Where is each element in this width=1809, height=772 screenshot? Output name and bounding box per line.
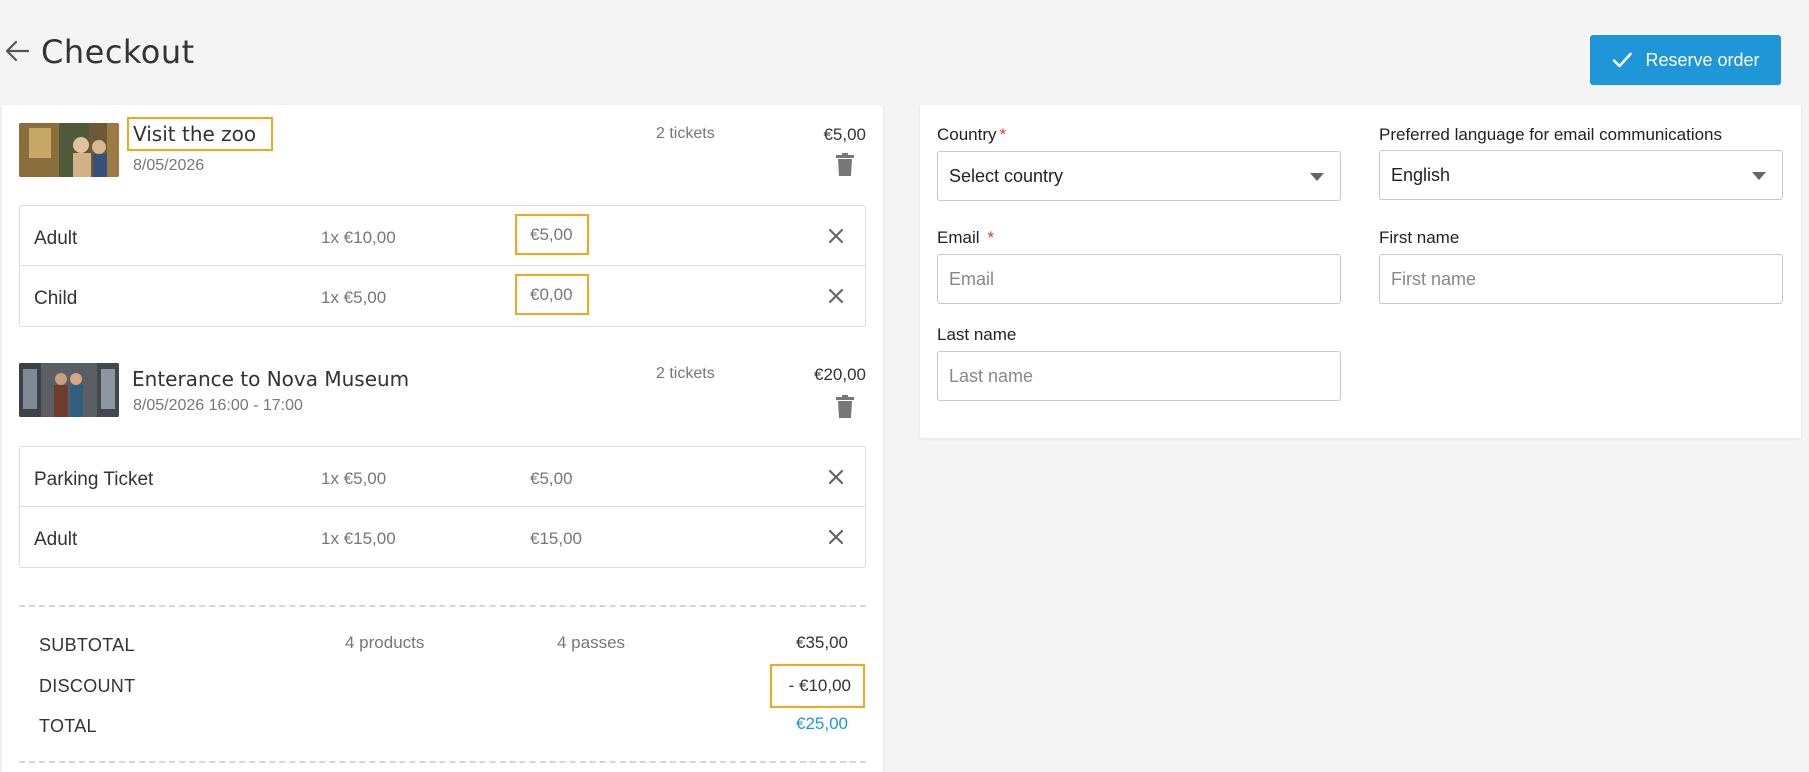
first-name-field[interactable]: First name [1379, 254, 1783, 304]
product-date: 8/05/2026 16:00 - 17:00 [133, 397, 303, 414]
remove-icon[interactable] [826, 467, 846, 487]
email-field[interactable]: Email [937, 254, 1341, 304]
line-item-name: Adult [34, 529, 78, 550]
product-ticket-count: 2 tickets [656, 365, 715, 382]
line-item: Adult 1x €10,00 €5,00 [20, 206, 865, 266]
required-marker: * [999, 125, 1007, 144]
product-item: Visit the zoo 8/05/2026 2 tickets €5,00 [2, 105, 883, 185]
subtotal-value: €35,00 [796, 633, 848, 652]
line-item-name: Adult [34, 228, 78, 249]
email-label-text: Email [937, 228, 980, 247]
page-header: Checkout Reserve order [0, 0, 1809, 100]
line-item-total: €15,00 [530, 529, 582, 548]
language-select-value: English [1391, 164, 1451, 185]
page-title: Checkout [41, 33, 195, 71]
email-label: Email * [937, 228, 994, 248]
remove-icon[interactable] [826, 226, 846, 246]
passes-count: 4 passes [557, 633, 626, 652]
product-date: 8/05/2026 [133, 157, 205, 174]
discount-label: DISCOUNT [39, 676, 136, 696]
products-count: 4 products [345, 633, 425, 652]
required-marker: * [987, 228, 995, 247]
country-label-text: Country [937, 125, 997, 144]
subtotal-row: SUBTOTAL 4 products 4 passes €35,00 [19, 631, 866, 661]
language-label: Preferred language for email communicati… [1379, 125, 1723, 144]
line-item-total: €0,00 [515, 274, 589, 315]
remove-icon[interactable] [826, 286, 846, 306]
customer-form: Country * Select country Preferred langua… [920, 105, 1801, 438]
chevron-down-icon [1310, 173, 1324, 181]
product-lines: Adult 1x €10,00 €5,00 Child 1x €5,00 €0,… [19, 205, 866, 327]
line-item-name: Child [34, 288, 78, 309]
divider [19, 761, 866, 763]
product-lines: Parking Ticket 1x €5,00 €5,00 Adult 1x €… [19, 446, 866, 568]
last-name-field[interactable]: Last name [937, 351, 1341, 401]
trash-icon[interactable] [835, 153, 855, 177]
product-price: €5,00 [823, 125, 866, 144]
country-select-value: Select country [949, 165, 1064, 186]
line-item: Parking Ticket 1x €5,00 €5,00 [20, 447, 865, 507]
line-item-unit-price: 1x €5,00 [321, 288, 387, 307]
language-select[interactable]: English [1379, 150, 1783, 200]
cart-panel: Visit the zoo 8/05/2026 2 tickets €5,00 … [2, 105, 883, 772]
discount-value: - €10,00 [770, 664, 865, 708]
line-item-total: €5,00 [530, 469, 573, 488]
line-item-total: €5,00 [515, 214, 589, 255]
line-item-unit-price: 1x €5,00 [321, 469, 387, 488]
line-item-name: Parking Ticket [34, 469, 154, 490]
reserve-order-button[interactable]: Reserve order [1590, 35, 1781, 85]
country-select[interactable]: Select country [937, 151, 1341, 201]
total-label: TOTAL [39, 716, 97, 736]
total-value: €25,00 [796, 714, 848, 733]
last-name-label: Last name [937, 325, 1017, 344]
first-name-label: First name [1379, 228, 1460, 247]
total-row: TOTAL €25,00 [19, 712, 866, 742]
product-item: Enterance to Nova Museum 8/05/2026 16:00… [2, 345, 883, 425]
remove-icon[interactable] [826, 527, 846, 547]
country-label: Country * [937, 125, 1006, 145]
product-price: €20,00 [814, 365, 866, 384]
trash-icon[interactable] [835, 395, 855, 419]
divider [19, 605, 866, 607]
product-thumbnail [19, 123, 119, 177]
line-item-unit-price: 1x €10,00 [321, 228, 396, 247]
product-name: Visit the zoo [126, 117, 274, 151]
check-icon [1613, 52, 1633, 68]
reserve-order-label: Reserve order [1645, 49, 1760, 70]
chevron-down-icon [1752, 172, 1766, 180]
subtotal-label: SUBTOTAL [39, 635, 135, 655]
line-item: Adult 1x €15,00 €15,00 [20, 507, 865, 567]
line-item: Child 1x €5,00 €0,00 [20, 266, 865, 326]
back-arrow-icon[interactable] [4, 38, 30, 64]
line-item-unit-price: 1x €15,00 [321, 529, 396, 548]
product-name: Enterance to Nova Museum [132, 367, 410, 391]
product-thumbnail [19, 363, 119, 417]
discount-row: DISCOUNT - €10,00 [19, 664, 866, 708]
product-ticket-count: 2 tickets [656, 125, 715, 142]
